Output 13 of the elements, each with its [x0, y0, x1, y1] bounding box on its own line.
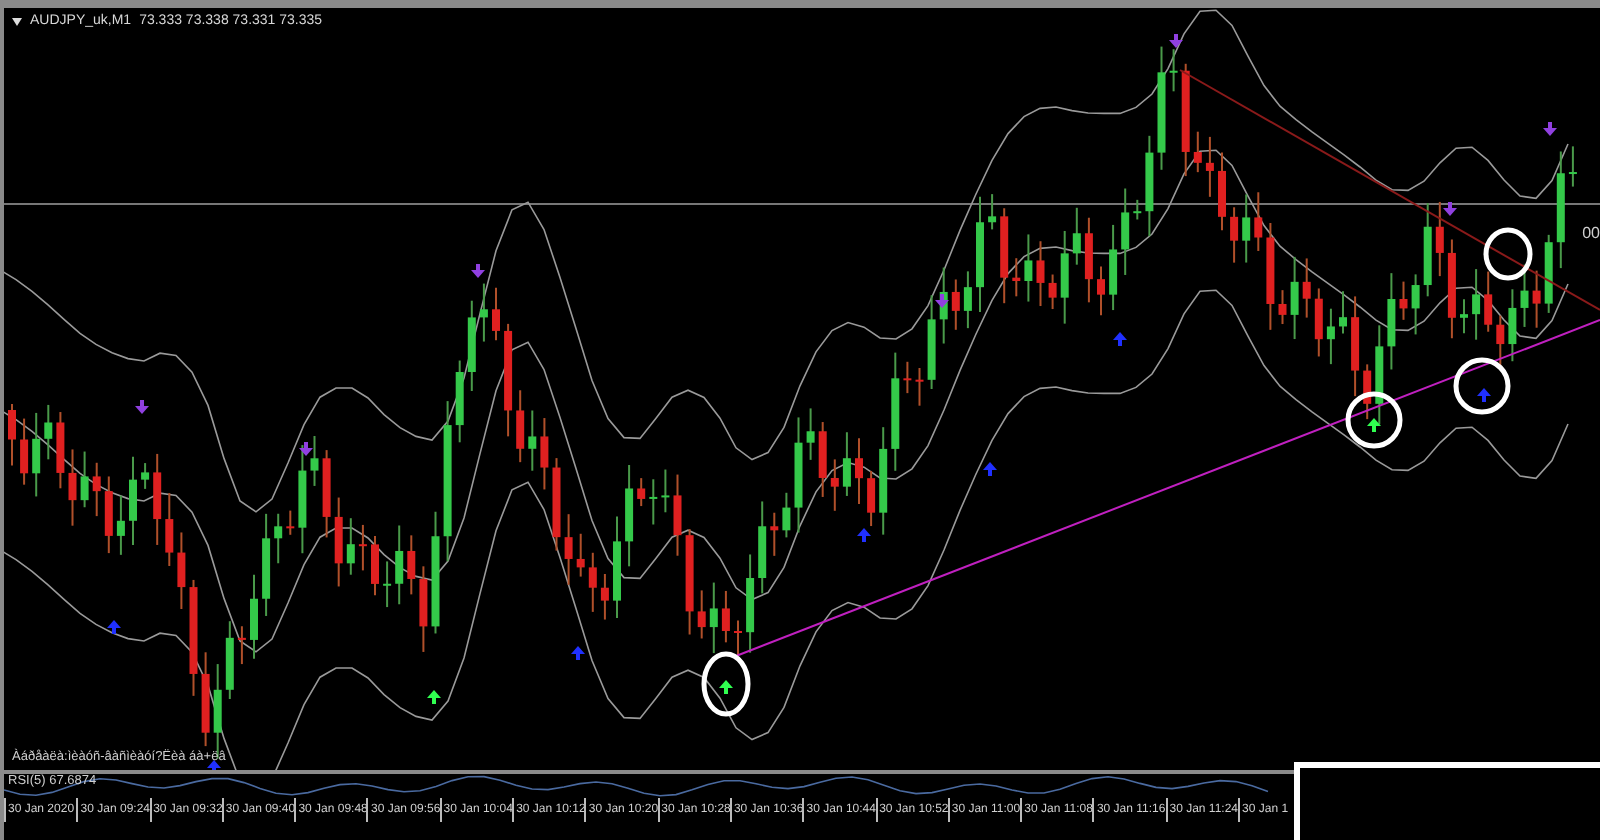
price-label: 00 — [1582, 224, 1600, 242]
highlight-circle — [1483, 227, 1533, 281]
down-arrow-icon — [1169, 34, 1183, 48]
down-arrow-icon — [935, 294, 949, 308]
down-arrow-icon — [299, 442, 313, 456]
down-arrow-icon — [1443, 202, 1457, 216]
dropdown-triangle-icon[interactable] — [12, 17, 22, 25]
highlight-circle — [1345, 391, 1403, 449]
down-arrow-icon — [135, 400, 149, 414]
down-arrow-icon — [1543, 122, 1557, 136]
highlight-circle — [1453, 357, 1511, 415]
highlight-circle — [701, 651, 751, 717]
down-arrow-icon — [471, 264, 485, 278]
